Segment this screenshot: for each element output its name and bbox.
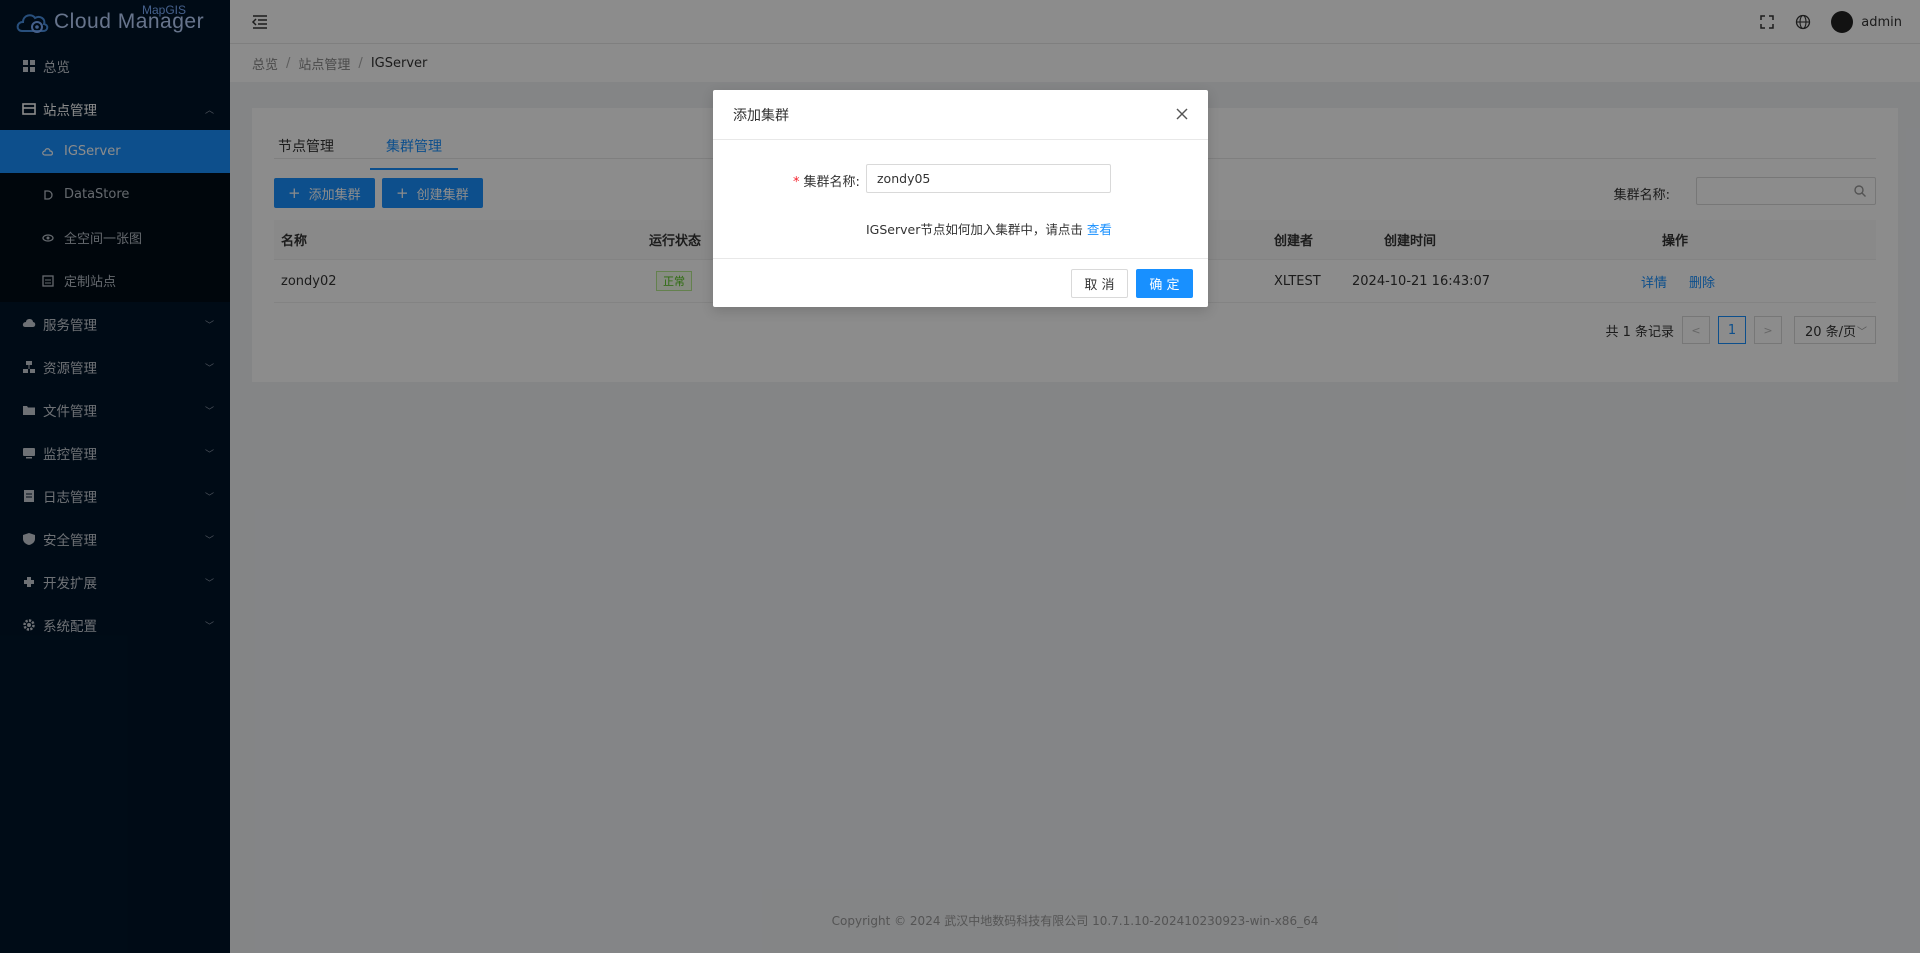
view-help-link[interactable]: 查看 [1087, 222, 1112, 237]
dialog-title: 添加集群 [733, 107, 789, 124]
dialog-footer: 取 消 确 定 [713, 258, 1208, 307]
dialog-header: 添加集群 [713, 90, 1208, 140]
cluster-name-input[interactable] [866, 164, 1111, 193]
confirm-button[interactable]: 确 定 [1136, 269, 1193, 298]
cluster-name-label: * 集群名称: [793, 171, 860, 190]
cancel-button[interactable]: 取 消 [1071, 269, 1128, 298]
required-mark: * [793, 175, 800, 190]
join-cluster-hint: IGServer节点如何加入集群中，请点击 查看 [866, 219, 1112, 238]
add-cluster-dialog: 添加集群 *集群名称: IGServer节点如何加入集群中，请点击查看 取 消 … [713, 90, 1208, 307]
cluster-name-label-text: 集群名称: [803, 175, 860, 190]
close-icon[interactable] [1174, 106, 1190, 122]
hint-text: IGServer节点如何加入集群中，请点击 [866, 222, 1083, 237]
